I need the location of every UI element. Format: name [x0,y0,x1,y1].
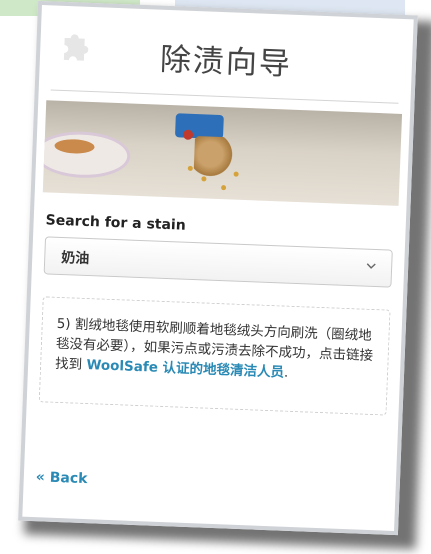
crumb-dot [187,165,193,171]
plate-shape [42,129,132,180]
stain-wizard-card: 除渍向导 Search for a stain 奶油 5) 割绒地毯使用软刷顺着… [18,0,418,536]
stain-select-value: 奶油 [60,249,90,268]
chevron-down-icon [366,263,376,269]
toy-wheel-shape [182,129,194,140]
page-title: 除渍向导 [159,41,293,83]
back-link[interactable]: « Back [36,469,88,487]
hero-image [42,100,403,206]
instructions-box: 5) 割绒地毯使用软刷顺着地毯绒头方向刷洗（圈绒地毯没有必要），如果污点或污渍去… [38,296,391,416]
search-label: Search for a stain [45,212,187,234]
crumb-dot [233,171,239,177]
woolsafe-link[interactable]: WoolSafe 认证的地毯清洁人员 [86,357,284,381]
crumb-dot [201,176,207,182]
crumbs-shape [193,136,236,182]
instructions-tail: . [283,364,289,381]
header: 除渍向导 [39,5,414,97]
stain-select[interactable]: 奶油 [43,236,393,288]
crumb-dot [220,185,227,191]
